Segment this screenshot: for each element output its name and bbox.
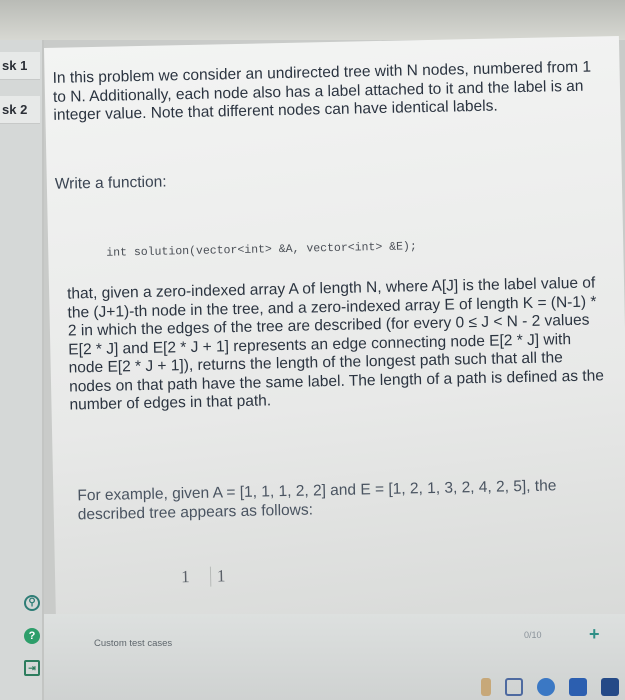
- add-test-case-button[interactable]: +: [589, 624, 600, 645]
- store-icon[interactable]: [569, 678, 587, 696]
- task-tab-2[interactable]: sk 2: [0, 96, 40, 124]
- footer-bar: Custom test cases 0/10 +: [44, 614, 625, 700]
- tree-node: 1: [209, 566, 226, 587]
- custom-test-cases-button[interactable]: Custom test cases: [94, 638, 172, 649]
- problem-description: that, given a zero-indexed array A of le…: [66, 274, 605, 414]
- app-icon[interactable]: [601, 678, 619, 696]
- write-function-label: Write a function:: [54, 173, 167, 193]
- tree-node: 1: [180, 567, 190, 587]
- problem-panel: In this problem we consider an undirecte…: [44, 35, 625, 700]
- taskbar: [481, 678, 619, 696]
- login-icon[interactable]: ⇥: [24, 660, 40, 676]
- problem-intro: In this problem we consider an undirecte…: [52, 58, 592, 124]
- task-tab-1[interactable]: sk 1: [0, 52, 40, 80]
- search-icon[interactable]: ⚲: [24, 595, 40, 611]
- tree-diagram: 1 1: [181, 566, 242, 587]
- browser-icon[interactable]: [537, 678, 555, 696]
- help-icon[interactable]: ?: [24, 628, 40, 644]
- window-top-strip: [0, 0, 625, 40]
- function-signature: int solution(vector<int> &A, vector<int>…: [106, 240, 417, 260]
- example-text: For example, given A = [1, 1, 1, 2, 2] a…: [77, 477, 557, 523]
- task-view-icon[interactable]: [505, 678, 523, 696]
- taskbar-app-icon[interactable]: [481, 678, 491, 696]
- test-case-counter: 0/10: [524, 630, 542, 640]
